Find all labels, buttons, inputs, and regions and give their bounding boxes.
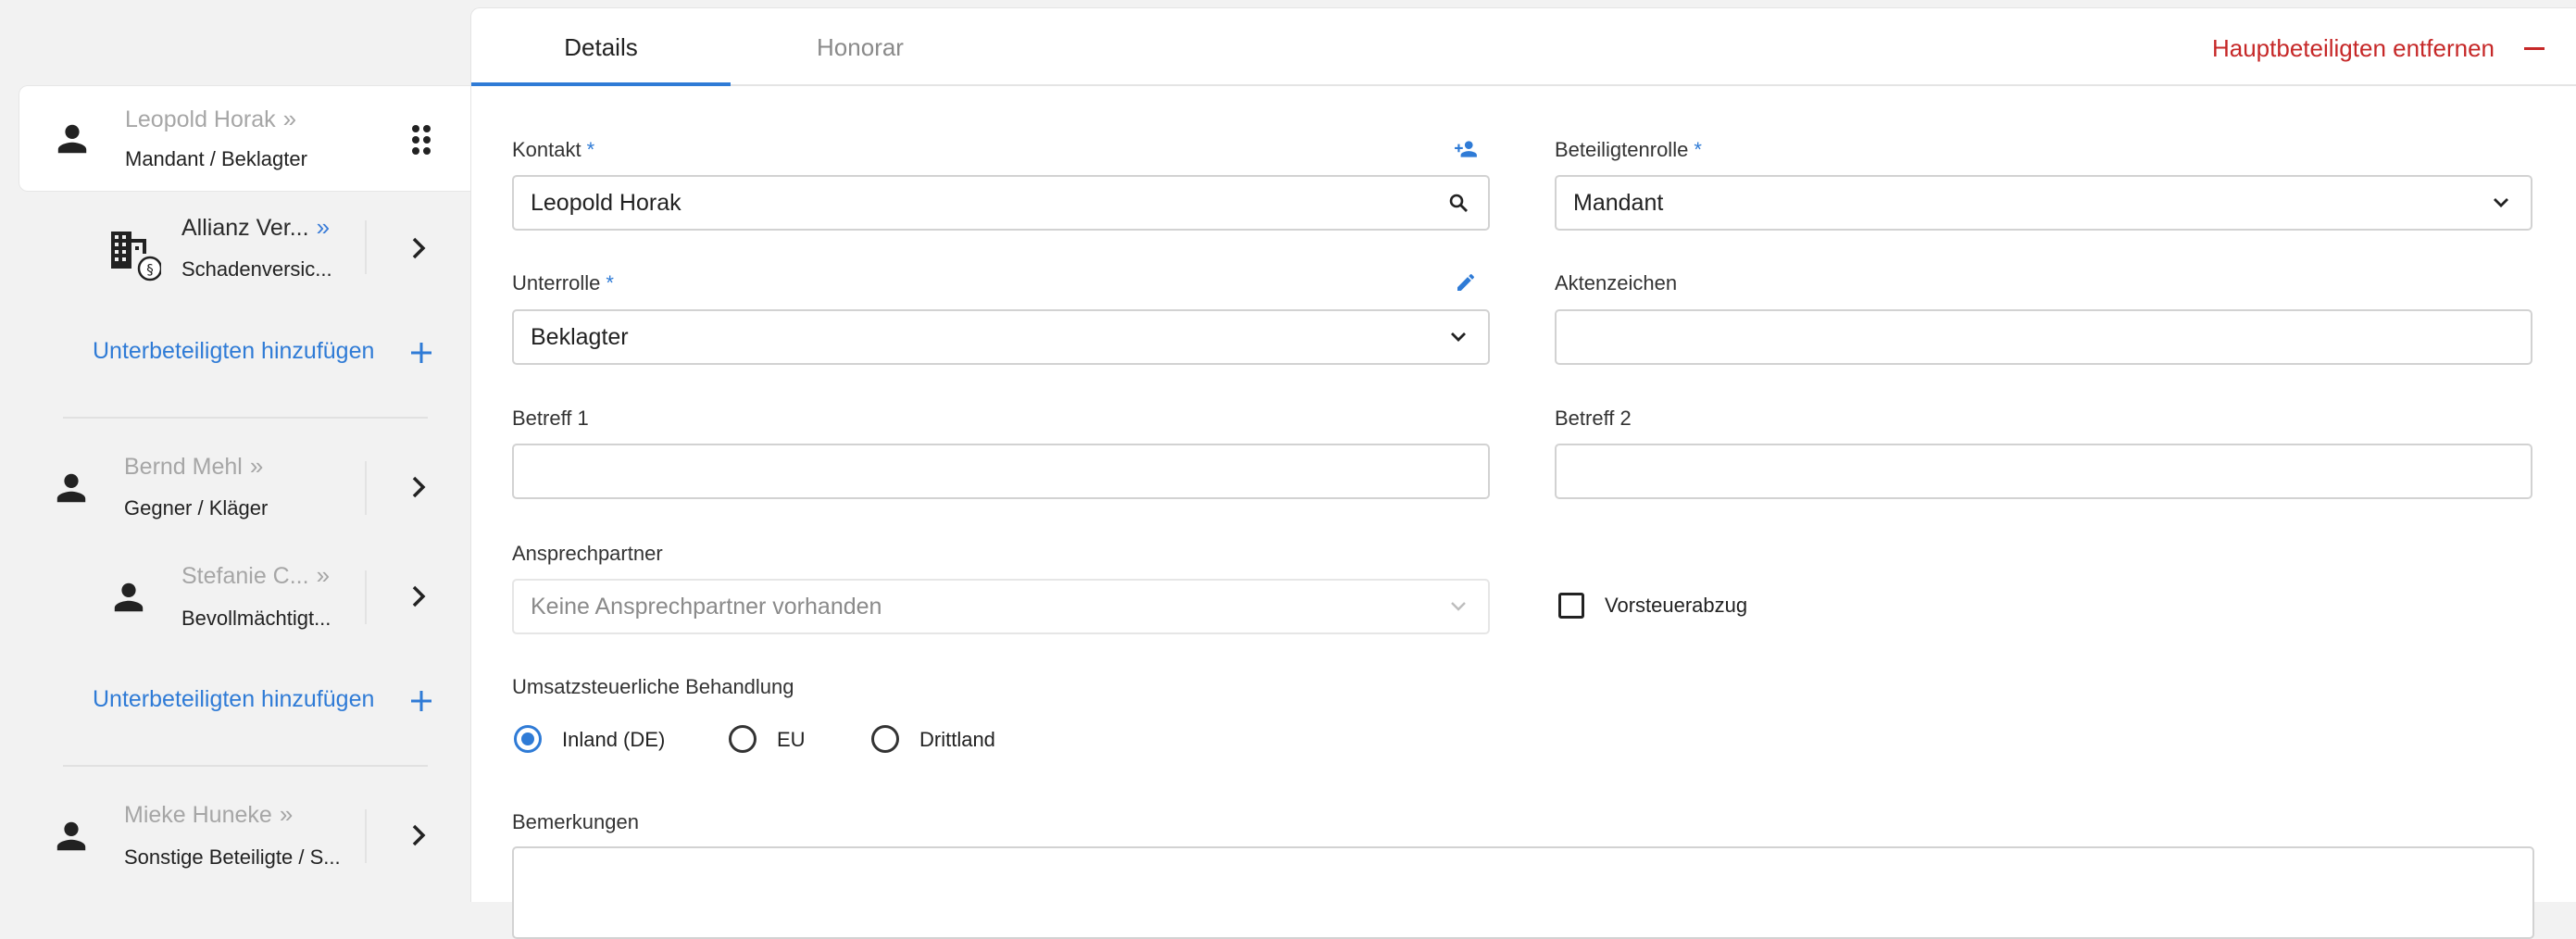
unterrolle-label: Unterrolle *	[512, 271, 614, 294]
party-role: Mandant / Beklagter	[125, 147, 307, 170]
ansprechpartner-value: Keine Ansprechpartner vorhanden	[531, 593, 882, 620]
ust-radio-inland[interactable]	[514, 725, 542, 753]
unterrolle-value: Beklagter	[531, 323, 629, 350]
search-icon[interactable]	[1445, 190, 1471, 216]
tab-bar: Details Honorar Hauptbeteiligten entfern…	[471, 8, 2576, 86]
betreff1-label: Betreff 1	[512, 407, 589, 430]
divider	[63, 417, 428, 419]
edit-pencil-icon[interactable]	[1453, 269, 1479, 295]
details-link-icon[interactable]: »	[250, 452, 263, 480]
vorsteuerabzug-checkbox[interactable]	[1558, 593, 1584, 619]
add-subparty-link[interactable]: Unterbeteiligten hinzufügen	[93, 686, 374, 713]
ust-option-label[interactable]: Drittland	[919, 728, 995, 752]
subparty-role: Schadenversic...	[181, 257, 332, 281]
chevron-right-icon[interactable]	[402, 232, 435, 265]
add-subparty-link[interactable]: Unterbeteiligten hinzufügen	[93, 338, 374, 365]
active-tab-indicator	[471, 82, 731, 86]
kontakt-value: Leopold Horak	[531, 189, 682, 216]
chevron-down-icon	[1445, 594, 1471, 620]
betreff1-input[interactable]	[512, 444, 1490, 499]
chevron-right-icon[interactable]	[402, 580, 435, 613]
bemerkungen-textarea[interactable]	[512, 846, 2534, 939]
plus-icon[interactable]	[407, 339, 435, 367]
details-link-icon[interactable]: »	[280, 800, 293, 828]
party-role: Sonstige Beteiligte / S...	[124, 845, 341, 869]
ansprechpartner-select: Keine Ansprechpartner vorhanden	[512, 579, 1490, 634]
party-role: Gegner / Kläger	[124, 496, 269, 520]
required-marker: *	[1694, 138, 1702, 161]
divider	[365, 220, 367, 274]
party-card-selected[interactable]: Leopold Horak» Mandant / Beklagter	[19, 85, 474, 192]
add-contact-icon[interactable]	[1453, 136, 1479, 162]
drag-handle-icon[interactable]	[405, 121, 438, 158]
bemerkungen-label: Bemerkungen	[512, 810, 639, 833]
party-name[interactable]: Leopold Horak»	[125, 105, 296, 133]
chevron-down-icon[interactable]	[2488, 190, 2514, 216]
party-detail-panel: Details Honorar Hauptbeteiligten entfern…	[470, 7, 2576, 939]
required-marker: *	[606, 271, 614, 294]
aktenzeichen-label: Aktenzeichen	[1555, 271, 1678, 294]
vorsteuerabzug-label[interactable]: Vorsteuerabzug	[1605, 594, 1747, 618]
chevron-right-icon[interactable]	[402, 819, 435, 852]
minus-icon[interactable]	[2524, 47, 2545, 50]
chevron-down-icon[interactable]	[1445, 324, 1471, 350]
ust-label: Umsatzsteuerliche Behandlung	[512, 675, 794, 698]
party-sidebar: Leopold Horak» Mandant / Beklagter § All…	[0, 0, 474, 902]
divider	[63, 765, 428, 767]
ansprechpartner-label: Ansprechpartner	[512, 542, 663, 565]
beteiligtenrolle-label: Beteiligtenrolle *	[1555, 138, 1702, 161]
divider	[365, 570, 367, 624]
betreff2-input[interactable]	[1555, 444, 2532, 499]
tab-details[interactable]: Details	[471, 8, 731, 86]
subparty-name[interactable]: Allianz Ver...»	[181, 213, 330, 242]
person-icon	[111, 580, 146, 615]
insurance-building-icon: §	[109, 228, 161, 283]
svg-text:§: §	[146, 261, 154, 278]
tab-honorar[interactable]: Honorar	[731, 8, 990, 86]
divider	[365, 809, 367, 863]
person-icon	[54, 819, 89, 854]
divider	[365, 461, 367, 515]
party-name[interactable]: Bernd Mehl»	[124, 452, 263, 481]
details-link-icon[interactable]: »	[317, 561, 330, 589]
ust-option-label[interactable]: Inland (DE)	[562, 728, 665, 752]
kontakt-input[interactable]: Leopold Horak	[512, 175, 1490, 231]
kontakt-label: Kontakt *	[512, 138, 595, 161]
person-icon	[55, 121, 90, 156]
aktenzeichen-input[interactable]	[1555, 309, 2532, 365]
betreff2-label: Betreff 2	[1555, 407, 1632, 430]
party-name[interactable]: Mieke Huneke»	[124, 800, 293, 829]
ust-radio-eu[interactable]	[729, 725, 757, 753]
details-link-icon[interactable]: »	[283, 105, 296, 132]
details-link-icon[interactable]: »	[317, 213, 330, 241]
required-marker: *	[586, 138, 595, 161]
plus-icon[interactable]	[407, 687, 435, 715]
unterrolle-select[interactable]: Beklagter	[512, 309, 1490, 365]
beteiligtenrolle-value: Mandant	[1573, 189, 1664, 216]
subparty-role: Bevollmächtigt...	[181, 607, 331, 630]
chevron-right-icon[interactable]	[402, 470, 435, 504]
ust-option-label[interactable]: EU	[777, 728, 806, 752]
remove-main-party-button[interactable]: Hauptbeteiligten entfernen	[2212, 34, 2495, 63]
person-icon	[54, 470, 89, 506]
ust-radio-drittland[interactable]	[871, 725, 899, 753]
beteiligtenrolle-select[interactable]: Mandant	[1555, 175, 2532, 231]
subparty-name[interactable]: Stefanie C...»	[181, 561, 330, 590]
